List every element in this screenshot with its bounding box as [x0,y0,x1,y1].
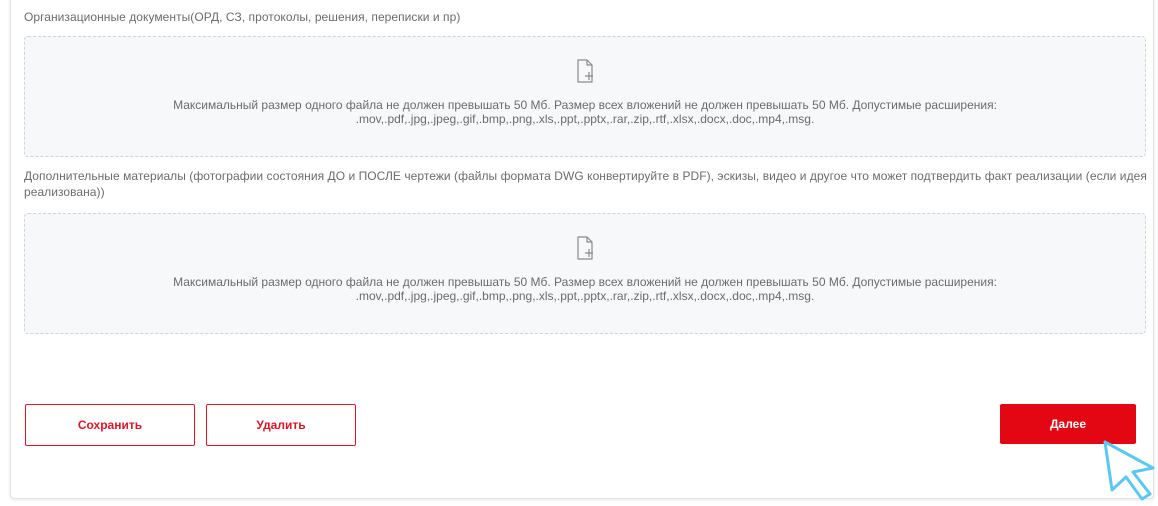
org-documents-upload-hint: Максимальный размер одного файла не долж… [173,98,997,126]
file-add-icon [575,58,595,84]
delete-button[interactable]: Удалить [206,404,356,446]
additional-materials-upload-hint: Максимальный размер одного файла не долж… [173,275,997,303]
additional-materials-label: Дополнительные материалы (фотографии сос… [24,169,1147,199]
additional-materials-dropzone[interactable]: Максимальный размер одного файла не долж… [24,213,1146,334]
save-button[interactable]: Сохранить [25,404,195,446]
org-documents-dropzone[interactable]: Максимальный размер одного файла не долж… [24,36,1146,157]
org-documents-label: Организационные документы(ОРД, СЗ, прото… [24,10,461,24]
pointer-cursor-icon [1100,438,1158,501]
file-add-icon [575,235,595,261]
